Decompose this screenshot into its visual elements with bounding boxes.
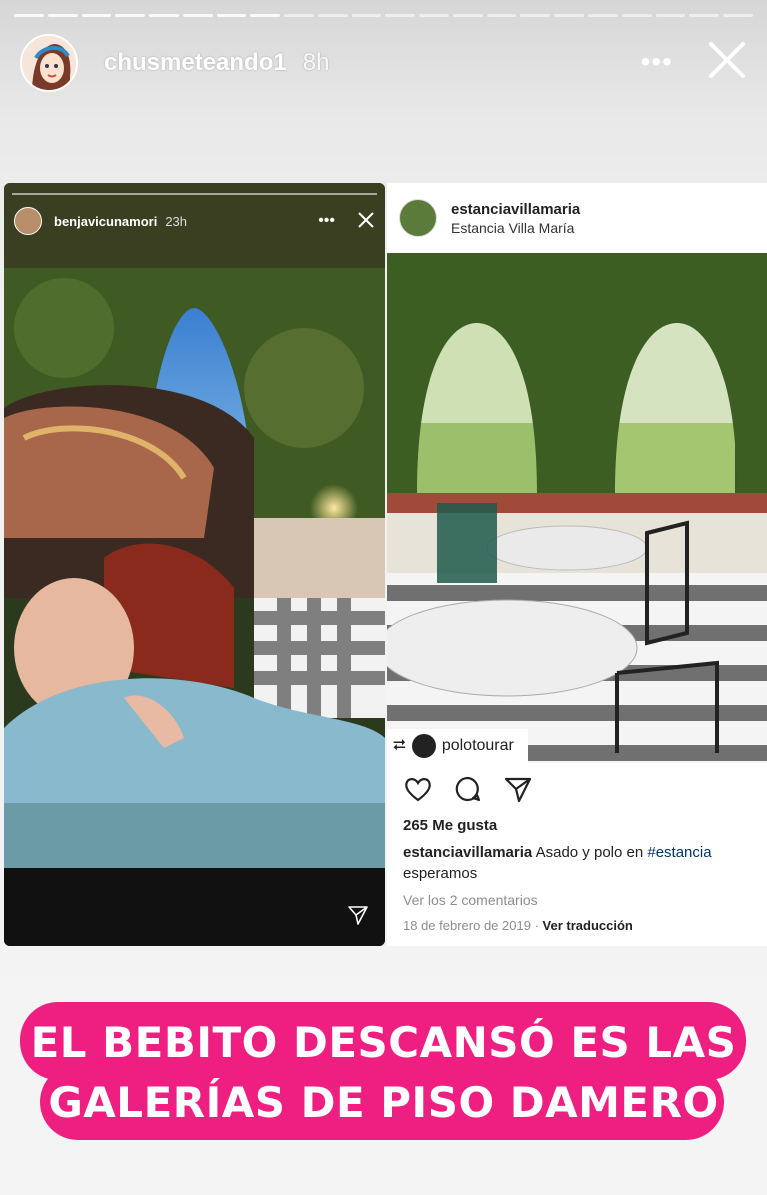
post-header: estanciavillamaria Estancia Villa María xyxy=(387,183,767,253)
progress-segment xyxy=(149,14,179,17)
left-story-header: benjavicunamori 23h ••• xyxy=(14,205,375,237)
progress-segment xyxy=(520,14,551,17)
left-story-avatar[interactable] xyxy=(14,207,42,235)
caption-text: Asado y polo en xyxy=(535,844,644,861)
progress-segment xyxy=(621,14,652,17)
close-icon[interactable] xyxy=(707,40,747,80)
date-separator: · xyxy=(534,918,539,933)
post-location[interactable]: Estancia Villa María xyxy=(451,220,580,236)
baby-photo xyxy=(4,268,385,868)
progress-segment xyxy=(588,14,618,17)
view-comments-link[interactable]: Ver los 2 comentarios xyxy=(387,892,767,908)
progress-segment xyxy=(81,14,112,17)
progress-segment xyxy=(385,14,416,17)
repost-username[interactable]: polotourar xyxy=(442,737,514,755)
repost-tag[interactable]: ⮂ polotourar xyxy=(387,729,528,763)
progress-segment xyxy=(655,14,686,17)
checker-floor xyxy=(254,598,385,718)
post-username[interactable]: estanciavillamaria xyxy=(451,201,580,218)
post-photo: ⮂ polotourar xyxy=(387,253,767,763)
progress-segment xyxy=(689,14,720,17)
progress-segment xyxy=(250,14,281,17)
post-actions xyxy=(387,763,767,815)
progress-segment xyxy=(419,14,449,17)
patio-photo xyxy=(387,253,767,763)
send-icon[interactable] xyxy=(347,904,369,926)
progress-segment xyxy=(351,14,382,17)
share-icon[interactable] xyxy=(503,774,533,804)
left-story-progress xyxy=(12,193,377,195)
more-dots-icon[interactable]: ••• xyxy=(641,46,673,78)
translate-link[interactable]: Ver traducción xyxy=(543,918,633,933)
progress-segment xyxy=(284,14,314,17)
left-story-username[interactable]: benjavicunamori xyxy=(54,214,157,229)
caption-hashtag[interactable]: #estancia xyxy=(647,844,711,861)
more-dots-icon[interactable]: ••• xyxy=(318,212,335,230)
instagram-post-screenshot: estanciavillamaria Estancia Villa María xyxy=(387,183,767,946)
post-names: estanciavillamaria Estancia Villa María xyxy=(451,201,580,236)
left-story-footer xyxy=(4,868,385,946)
left-story-time: 23h xyxy=(165,213,188,229)
caption-line-2: esperamos xyxy=(403,865,478,882)
overlay-caption-line-1: EL BEBITO DESCANSÓ ES LAS xyxy=(30,1018,737,1067)
repost-avatar xyxy=(411,734,436,758)
progress-segment xyxy=(182,14,213,17)
story-avatar[interactable] xyxy=(20,34,78,92)
progress-segment xyxy=(554,14,585,17)
likes-count[interactable]: 265 Me gusta xyxy=(387,817,767,834)
left-story-screenshot: benjavicunamori 23h ••• xyxy=(4,183,385,946)
story-time: 8h xyxy=(302,49,330,76)
post-date: 18 de febrero de 2019 xyxy=(403,918,531,933)
progress-segment xyxy=(486,14,517,17)
avatar-illustration xyxy=(22,36,76,90)
progress-segment xyxy=(115,14,146,17)
progress-segment xyxy=(14,14,44,17)
caption-username[interactable]: estanciavillamaria xyxy=(403,844,532,861)
post-caption: estanciavillamaria Asado y polo en #esta… xyxy=(387,842,767,884)
progress-segment xyxy=(452,14,483,17)
progress-segment xyxy=(317,14,348,17)
progress-segment xyxy=(723,14,753,17)
progress-segment xyxy=(47,14,78,17)
comment-icon[interactable] xyxy=(453,774,483,804)
story-header: chusmeteando1 8h ••• xyxy=(20,34,751,92)
story-progress-bar xyxy=(14,14,753,17)
post-date-row: 18 de febrero de 2019 · Ver traducción xyxy=(387,918,767,933)
overlay-caption-line-2: GALERÍAS DE PISO DAMERO xyxy=(48,1078,719,1127)
post-avatar[interactable] xyxy=(399,199,437,237)
story-username[interactable]: chusmeteando1 xyxy=(104,49,287,77)
progress-segment xyxy=(216,14,247,17)
heart-icon[interactable] xyxy=(403,774,433,804)
close-icon[interactable] xyxy=(357,211,375,229)
repost-icon: ⮂ xyxy=(393,737,406,754)
